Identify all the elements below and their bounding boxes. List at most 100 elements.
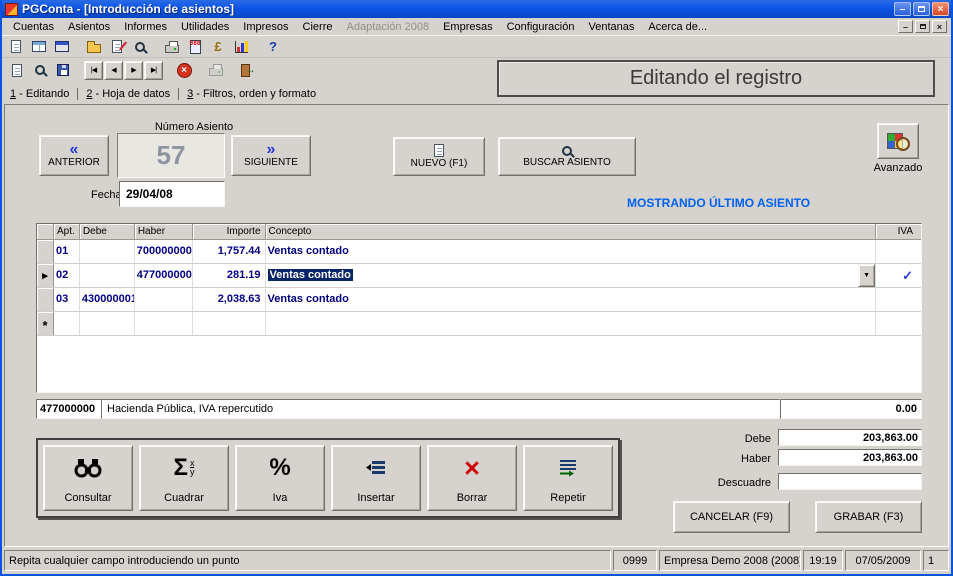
cell-debe[interactable] bbox=[80, 240, 135, 263]
menu-ventanas[interactable]: Ventanas bbox=[581, 20, 641, 34]
fecha-field[interactable]: 29/04/08 bbox=[119, 181, 225, 207]
calculator-button[interactable]: 888 bbox=[184, 36, 206, 57]
cell-importe[interactable]: 281.19 bbox=[193, 264, 266, 287]
nav-first-button[interactable]: |◀ bbox=[84, 61, 103, 80]
cell-apt[interactable]: 03 bbox=[54, 288, 80, 311]
print-record-button[interactable] bbox=[205, 60, 227, 81]
nuevo-button[interactable]: NUEVO (F1) bbox=[393, 137, 485, 176]
restore-button[interactable] bbox=[913, 2, 930, 16]
consultar-button[interactable]: Consultar bbox=[43, 445, 133, 511]
chart-icon bbox=[235, 41, 248, 53]
cell-apt[interactable] bbox=[54, 312, 80, 335]
edit-page-button[interactable] bbox=[106, 36, 128, 57]
tab-filtros-orden-formato[interactable]: 3 - Filtros, orden y formato bbox=[179, 88, 324, 100]
iva-button[interactable]: % Iva bbox=[235, 445, 325, 511]
chart-button[interactable] bbox=[230, 36, 252, 57]
datasheet-button[interactable] bbox=[28, 36, 50, 57]
row-selector[interactable] bbox=[37, 240, 54, 263]
descuadre-field[interactable] bbox=[778, 473, 922, 490]
chevron-down-icon: ▼ bbox=[863, 264, 870, 287]
cell-debe[interactable] bbox=[80, 264, 135, 287]
tab-hoja-de-datos[interactable]: 2 - Hoja de datos bbox=[78, 88, 179, 100]
new-row-selector[interactable]: * bbox=[37, 312, 54, 335]
cell-concepto-editing[interactable]: Ventas contado ▼ bbox=[266, 264, 877, 287]
menu-cierre[interactable]: Cierre bbox=[296, 20, 340, 34]
siguiente-button[interactable]: » SIGUIENTE bbox=[231, 135, 311, 176]
insertar-button[interactable]: Insertar bbox=[331, 445, 421, 511]
print-button[interactable] bbox=[161, 36, 183, 57]
cell-importe[interactable]: 2,038.63 bbox=[193, 288, 266, 311]
mdi-minimize-button[interactable]: – bbox=[898, 20, 913, 33]
currency-button[interactable]: £ bbox=[207, 36, 229, 57]
account-amount[interactable]: 0.00 bbox=[780, 399, 922, 419]
haber-total-field[interactable]: 203,863.00 bbox=[778, 449, 922, 466]
borrar-button[interactable]: × Borrar bbox=[427, 445, 517, 511]
cell-iva[interactable]: ✓ bbox=[876, 264, 921, 287]
mdi-close-button[interactable]: × bbox=[932, 20, 947, 33]
minimize-button[interactable]: – bbox=[894, 2, 911, 16]
cell-apt[interactable]: 01 bbox=[54, 240, 80, 263]
new-document-button[interactable] bbox=[5, 36, 27, 57]
nav-next-icon: ▶ bbox=[131, 66, 135, 74]
cancel-edit-button[interactable]: × bbox=[173, 60, 195, 81]
asientos-grid: Apt. Debe Haber Importe Concepto IVA 01 … bbox=[36, 223, 922, 393]
cell-concepto[interactable]: Ventas contado bbox=[266, 288, 877, 311]
cell-debe[interactable] bbox=[80, 312, 135, 335]
new-document-icon bbox=[11, 40, 21, 53]
window-icon bbox=[55, 41, 69, 52]
cell-iva[interactable] bbox=[876, 240, 921, 263]
avanzado-button[interactable] bbox=[877, 123, 919, 159]
consultar-label: Consultar bbox=[64, 492, 111, 504]
buscar-asiento-button[interactable]: BUSCAR ASIENTO bbox=[498, 137, 636, 176]
nav-last-button[interactable]: ▶| bbox=[144, 61, 163, 80]
status-company-name: Empresa Demo 2008 (2008) bbox=[659, 550, 801, 571]
cell-importe[interactable]: 1,757.44 bbox=[193, 240, 266, 263]
grabar-button[interactable]: GRABAR (F3) bbox=[815, 501, 922, 533]
window-button[interactable] bbox=[51, 36, 73, 57]
cell-haber[interactable]: 700000000 bbox=[135, 240, 193, 263]
cuadrar-button[interactable]: Σ xy Cuadrar bbox=[139, 445, 229, 511]
print-icon bbox=[165, 45, 179, 53]
menu-acerca-de[interactable]: Acerca de... bbox=[641, 20, 714, 34]
cell-importe[interactable] bbox=[193, 312, 266, 335]
new-record-button[interactable] bbox=[6, 60, 28, 81]
repetir-button[interactable]: Repetir bbox=[523, 445, 613, 511]
close-button[interactable]: × bbox=[932, 2, 949, 16]
menu-utilidades[interactable]: Utilidades bbox=[174, 20, 236, 34]
help-button[interactable]: ? bbox=[262, 36, 284, 57]
anterior-button[interactable]: « ANTERIOR bbox=[39, 135, 109, 176]
nav-prev-button[interactable]: ◀ bbox=[104, 61, 123, 80]
cell-iva[interactable] bbox=[876, 288, 921, 311]
cell-haber[interactable] bbox=[135, 288, 193, 311]
preview-button[interactable] bbox=[129, 36, 151, 57]
cell-iva[interactable] bbox=[876, 312, 921, 335]
exit-button[interactable]: → bbox=[237, 60, 259, 81]
menu-cuentas[interactable]: Cuentas bbox=[6, 20, 61, 34]
menu-configuracion[interactable]: Configuración bbox=[500, 20, 582, 34]
selected-text: Ventas contado bbox=[268, 269, 353, 281]
open-folder-button[interactable] bbox=[83, 36, 105, 57]
cell-apt[interactable]: 02 bbox=[54, 264, 80, 287]
menu-empresas[interactable]: Empresas bbox=[436, 20, 500, 34]
menu-informes[interactable]: Informes bbox=[117, 20, 174, 34]
save-record-button[interactable] bbox=[52, 60, 74, 81]
cell-concepto[interactable] bbox=[266, 312, 877, 335]
concepto-dropdown-button[interactable]: ▼ bbox=[858, 264, 875, 287]
nav-next-button[interactable]: ▶ bbox=[124, 61, 143, 80]
cell-haber[interactable]: 477000000 bbox=[135, 264, 193, 287]
mdi-restore-button[interactable] bbox=[915, 20, 930, 33]
cell-haber[interactable] bbox=[135, 312, 193, 335]
find-record-button[interactable] bbox=[29, 60, 51, 81]
row-selector[interactable]: ▸ bbox=[37, 264, 54, 287]
debe-total-field[interactable]: 203,863.00 bbox=[778, 429, 922, 446]
menu-impresos[interactable]: Impresos bbox=[236, 20, 295, 34]
cell-debe[interactable]: 430000001 bbox=[80, 288, 135, 311]
app-icon[interactable] bbox=[5, 3, 18, 16]
cancelar-button[interactable]: CANCELAR (F9) bbox=[673, 501, 790, 533]
double-left-arrow-icon: « bbox=[70, 143, 79, 156]
find-record-icon bbox=[35, 65, 45, 75]
menu-asientos[interactable]: Asientos bbox=[61, 20, 117, 34]
row-selector[interactable] bbox=[37, 288, 54, 311]
cell-concepto[interactable]: Ventas contado bbox=[266, 240, 877, 263]
tab-editando[interactable]: 1 - Editando bbox=[8, 88, 78, 100]
